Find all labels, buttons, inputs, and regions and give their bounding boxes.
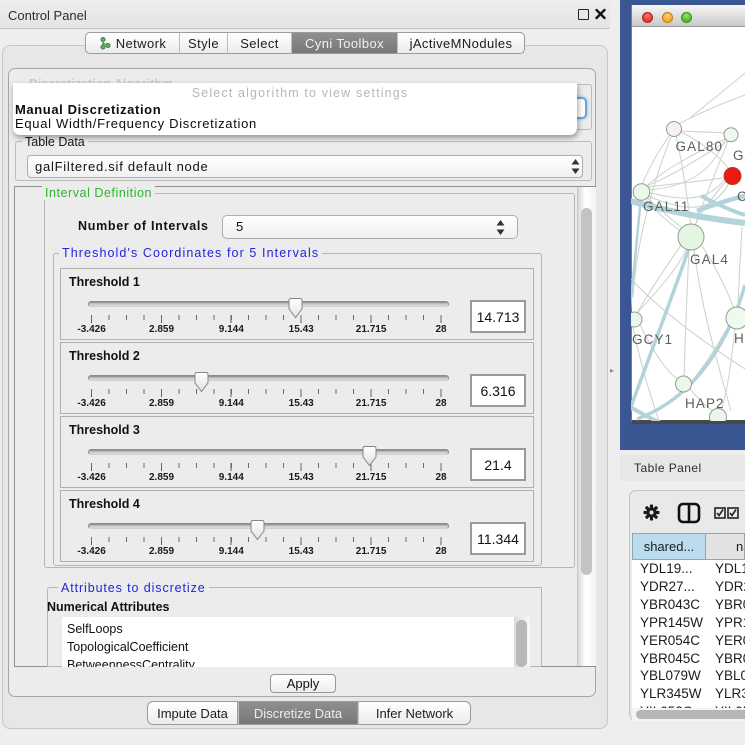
svg-text:H: H	[734, 331, 745, 346]
svg-text:GCY1: GCY1	[632, 332, 673, 347]
svg-text:GAL11: GAL11	[643, 199, 690, 214]
svg-text:HAP2: HAP2	[685, 396, 725, 411]
svg-text:C: C	[737, 189, 745, 204]
svg-text:GA: GA	[733, 148, 745, 163]
svg-text:GAL80: GAL80	[676, 139, 724, 154]
svg-text:GAL4: GAL4	[690, 252, 729, 267]
